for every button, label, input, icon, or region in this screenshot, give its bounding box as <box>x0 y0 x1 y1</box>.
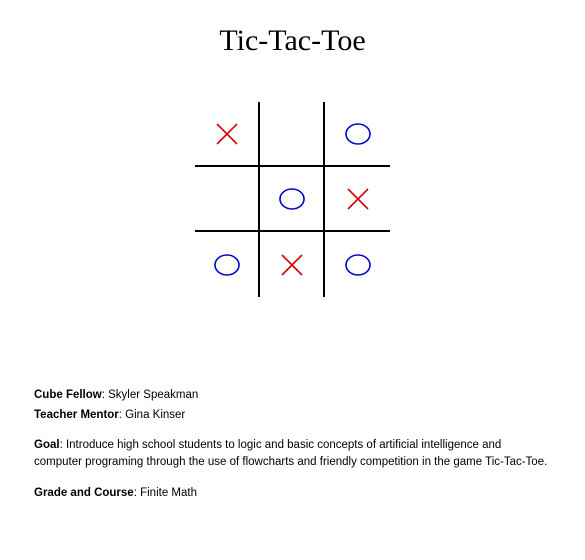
mentor-line: Teacher Mentor: Gina Kinser <box>34 407 551 424</box>
game-board <box>195 102 390 297</box>
mark-2-2 <box>343 252 373 278</box>
cell-1-1 <box>260 167 325 232</box>
mentor-label: Teacher Mentor <box>34 409 119 421</box>
grade-line: Grade and Course: Finite Math <box>34 485 551 502</box>
goal-line: Goal: Introduce high school students to … <box>34 437 551 470</box>
goal-value: Introduce high school students to logic … <box>34 439 547 468</box>
info-section: Cube Fellow: Skyler Speakman Teacher Men… <box>34 387 551 501</box>
cell-0-1 <box>260 102 325 167</box>
cell-2-2 <box>325 232 390 297</box>
cell-1-2 <box>325 167 390 232</box>
cell-2-1 <box>260 232 325 297</box>
grade-label: Grade and Course <box>34 487 134 499</box>
cell-0-2 <box>325 102 390 167</box>
fellow-label: Cube Fellow <box>34 389 102 401</box>
fellow-value: Skyler Speakman <box>108 389 198 401</box>
mark-0-0 <box>213 120 241 148</box>
mark-0-2 <box>343 121 373 147</box>
mentor-value: Gina Kinser <box>125 409 185 421</box>
cell-1-0 <box>195 167 260 232</box>
game-board-container <box>34 102 551 297</box>
cell-0-0 <box>195 102 260 167</box>
goal-block: Goal: Introduce high school students to … <box>34 437 551 470</box>
credits-block: Cube Fellow: Skyler Speakman Teacher Men… <box>34 387 551 423</box>
mark-1-1 <box>277 186 307 212</box>
grade-value: Finite Math <box>140 487 197 499</box>
grade-block: Grade and Course: Finite Math <box>34 485 551 502</box>
cell-2-0 <box>195 232 260 297</box>
fellow-line: Cube Fellow: Skyler Speakman <box>34 387 551 404</box>
mark-2-0 <box>212 252 242 278</box>
goal-label: Goal <box>34 439 60 451</box>
mark-1-2 <box>344 185 372 213</box>
mark-2-1 <box>278 251 306 279</box>
page-title: Tic-Tac-Toe <box>34 24 551 58</box>
